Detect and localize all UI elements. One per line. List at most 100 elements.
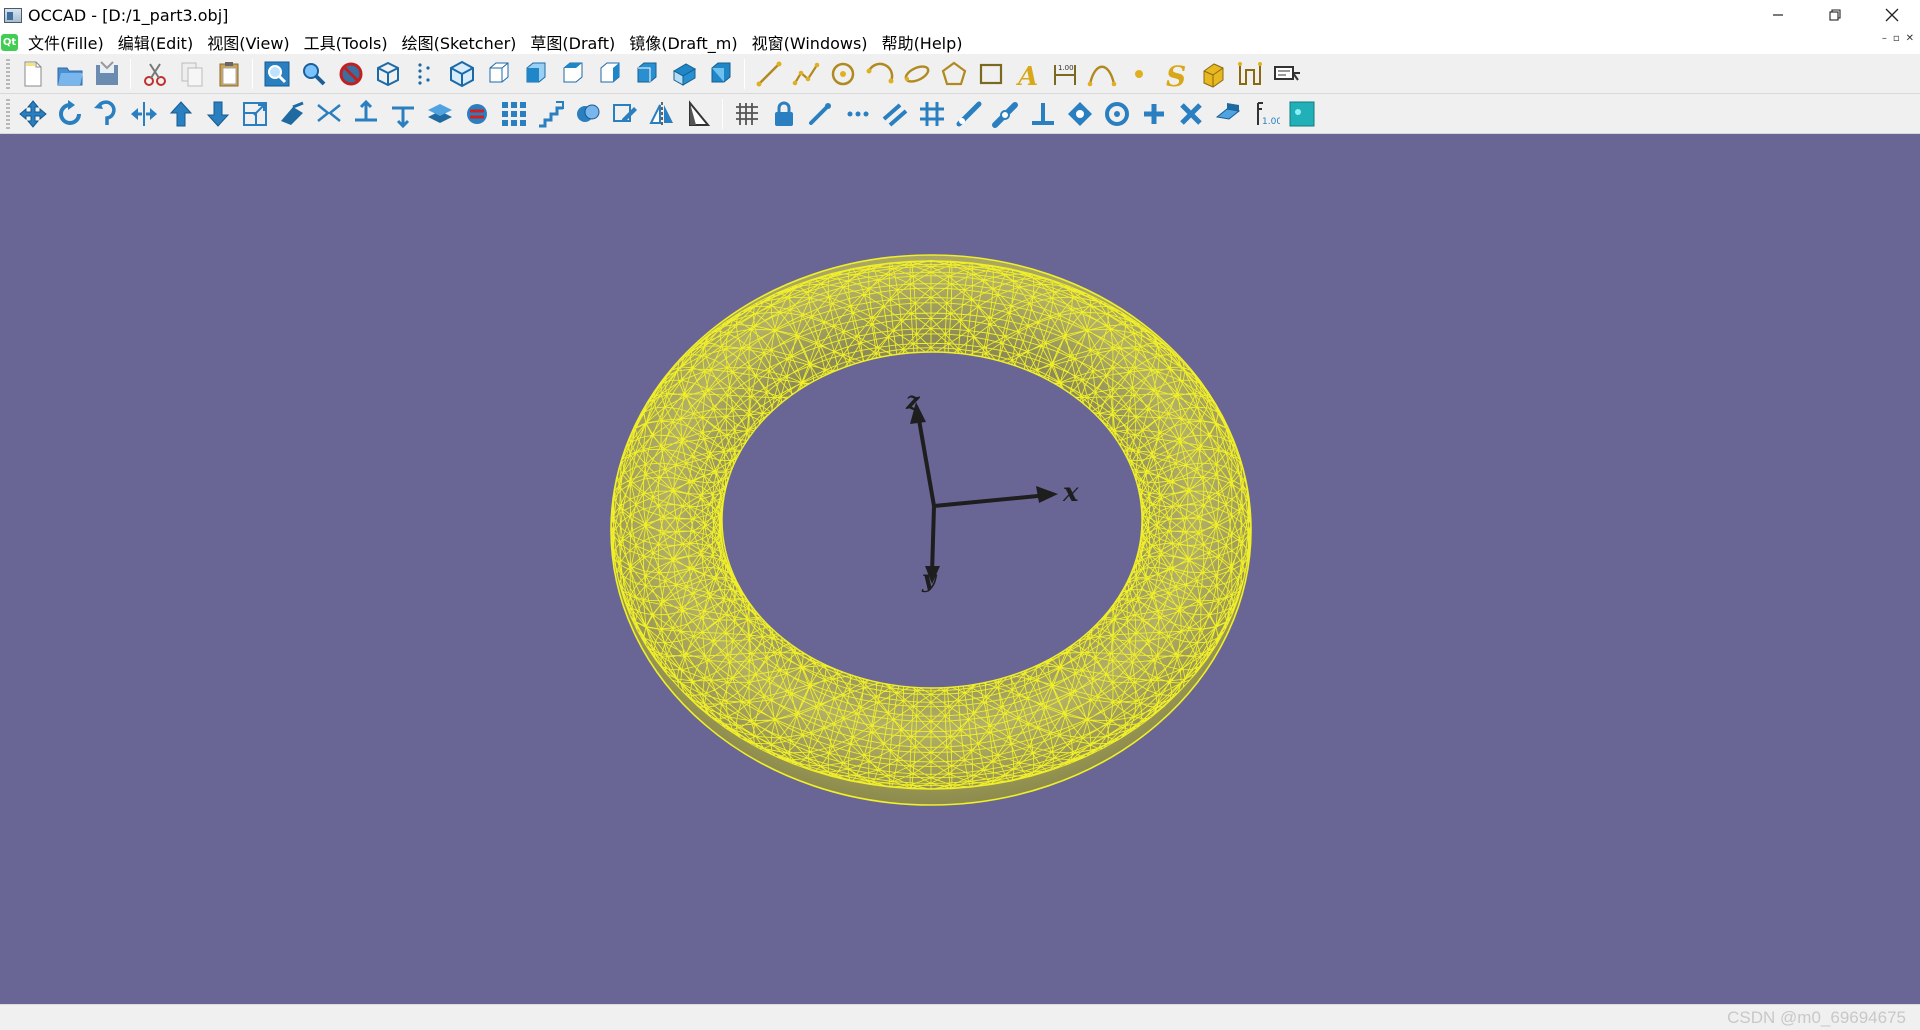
menu-windows[interactable]: 视窗(Windows) bbox=[748, 30, 872, 54]
spline-s-button[interactable]: S bbox=[1157, 56, 1194, 92]
open-file-button[interactable] bbox=[51, 56, 88, 92]
minimize-button[interactable] bbox=[1749, 0, 1806, 30]
view-front-button[interactable] bbox=[480, 56, 517, 92]
grid-button[interactable] bbox=[728, 96, 765, 132]
3d-viewport[interactable]: x z y bbox=[0, 134, 1920, 1004]
text-button[interactable]: A bbox=[1009, 56, 1046, 92]
scene-canvas[interactable]: x z y bbox=[0, 134, 1920, 1004]
torus-mesh bbox=[610, 254, 1252, 806]
menu-help[interactable]: 帮助(Help) bbox=[878, 30, 967, 54]
special-button[interactable] bbox=[1061, 96, 1098, 132]
upgrade-button[interactable] bbox=[421, 96, 458, 132]
endpoint-button[interactable] bbox=[802, 96, 839, 132]
restore-icon bbox=[1828, 9, 1841, 21]
polygon-button[interactable] bbox=[935, 56, 972, 92]
mdi-minimize-icon[interactable]: – bbox=[1882, 33, 1887, 44]
open-file-icon bbox=[57, 67, 83, 85]
triangle-button[interactable] bbox=[680, 96, 717, 132]
view-bottom-button[interactable] bbox=[665, 56, 702, 92]
plus-button[interactable] bbox=[1135, 96, 1172, 132]
points-icon bbox=[417, 62, 430, 85]
menu-view[interactable]: 视图(View) bbox=[203, 30, 293, 54]
center-icon bbox=[1104, 101, 1129, 126]
line-button[interactable] bbox=[750, 56, 787, 92]
view-left-button[interactable] bbox=[554, 56, 591, 92]
rotate-button[interactable] bbox=[51, 96, 88, 132]
perpendicular-button[interactable] bbox=[1024, 96, 1061, 132]
dimension-button[interactable]: 1.00 bbox=[1046, 56, 1083, 92]
rectangle-button[interactable] bbox=[972, 56, 1009, 92]
midpoint-button[interactable] bbox=[839, 96, 876, 132]
view-axo-icon bbox=[637, 62, 656, 82]
paste-button[interactable] bbox=[210, 56, 247, 92]
mdi-restore-icon[interactable]: ▫ bbox=[1893, 33, 1900, 44]
copy-button[interactable] bbox=[173, 56, 210, 92]
extend-button[interactable] bbox=[273, 96, 310, 132]
toolbar2-grip[interactable] bbox=[6, 98, 10, 129]
ellipse-button[interactable] bbox=[898, 56, 935, 92]
offset-button[interactable] bbox=[1231, 56, 1268, 92]
label-button[interactable] bbox=[1268, 56, 1305, 92]
arrow-up-icon bbox=[169, 100, 192, 126]
points-button[interactable] bbox=[406, 56, 443, 92]
toolbar1-grip[interactable] bbox=[6, 58, 10, 89]
intersection-button[interactable] bbox=[1172, 96, 1209, 132]
arrow-down-button[interactable] bbox=[199, 96, 236, 132]
mirror-button[interactable] bbox=[643, 96, 680, 132]
circle-button[interactable] bbox=[824, 56, 861, 92]
extrude-button[interactable] bbox=[1194, 56, 1231, 92]
main-toolbar: A 1.00 S bbox=[0, 54, 1920, 94]
menu-edit[interactable]: 编辑(Edit) bbox=[114, 30, 197, 54]
cut-button[interactable] bbox=[136, 56, 173, 92]
scale-button[interactable] bbox=[236, 96, 273, 132]
trim-button[interactable] bbox=[310, 96, 347, 132]
close-button[interactable] bbox=[1863, 0, 1920, 30]
center-button[interactable] bbox=[1098, 96, 1135, 132]
edit-shape-button[interactable] bbox=[606, 96, 643, 132]
view-axo-button[interactable] bbox=[628, 56, 665, 92]
bspline-button[interactable] bbox=[1083, 56, 1120, 92]
menu-draft[interactable]: 草图(Draft) bbox=[526, 30, 619, 54]
dimension-snap-button[interactable]: 1.00 bbox=[1246, 96, 1283, 132]
arrow-up-button[interactable] bbox=[162, 96, 199, 132]
restore-button[interactable] bbox=[1806, 0, 1863, 30]
lock-button[interactable] bbox=[765, 96, 802, 132]
toolbar1-separator bbox=[130, 58, 131, 89]
zoom-fit-button[interactable] bbox=[295, 56, 332, 92]
new-file-button[interactable] bbox=[14, 56, 51, 92]
wireframe-button[interactable] bbox=[369, 56, 406, 92]
menu-sketcher[interactable]: 绘图(Sketcher) bbox=[398, 30, 521, 54]
split-up-button[interactable] bbox=[347, 96, 384, 132]
view-right-button[interactable] bbox=[591, 56, 628, 92]
stairs-button[interactable] bbox=[532, 96, 569, 132]
hide-button[interactable] bbox=[332, 56, 369, 92]
point-button[interactable] bbox=[1120, 56, 1157, 92]
near-button[interactable] bbox=[987, 96, 1024, 132]
arc-button[interactable] bbox=[861, 56, 898, 92]
polyline-icon bbox=[792, 62, 819, 85]
view-back-button[interactable] bbox=[702, 56, 739, 92]
clone-button[interactable] bbox=[569, 96, 606, 132]
svg-text:A: A bbox=[1015, 62, 1038, 89]
menu-tools[interactable]: 工具(Tools) bbox=[300, 30, 392, 54]
cyan-box-button[interactable] bbox=[1283, 96, 1320, 132]
iso-button[interactable] bbox=[443, 56, 480, 92]
grid-snap-button[interactable] bbox=[913, 96, 950, 132]
menu-draft-m[interactable]: 镜像(Draft_m) bbox=[625, 30, 741, 54]
extension-button[interactable] bbox=[950, 96, 987, 132]
menu-file[interactable]: 文件(Fille) bbox=[24, 30, 108, 54]
rotate-cw-button[interactable] bbox=[88, 96, 125, 132]
save-file-button[interactable] bbox=[88, 56, 125, 92]
parallel-button[interactable] bbox=[876, 96, 913, 132]
view-top-button[interactable] bbox=[517, 56, 554, 92]
move-button[interactable] bbox=[14, 96, 51, 132]
mirror-h-button[interactable] bbox=[125, 96, 162, 132]
array-button[interactable] bbox=[495, 96, 532, 132]
split-down-button[interactable] bbox=[384, 96, 421, 132]
polyline-button[interactable] bbox=[787, 56, 824, 92]
zoom-window-button[interactable] bbox=[258, 56, 295, 92]
working-plane-button[interactable] bbox=[1209, 96, 1246, 132]
perpendicular-icon bbox=[1031, 102, 1054, 125]
downgrade-button[interactable] bbox=[458, 96, 495, 132]
mdi-close-icon[interactable]: ✕ bbox=[1906, 33, 1914, 44]
